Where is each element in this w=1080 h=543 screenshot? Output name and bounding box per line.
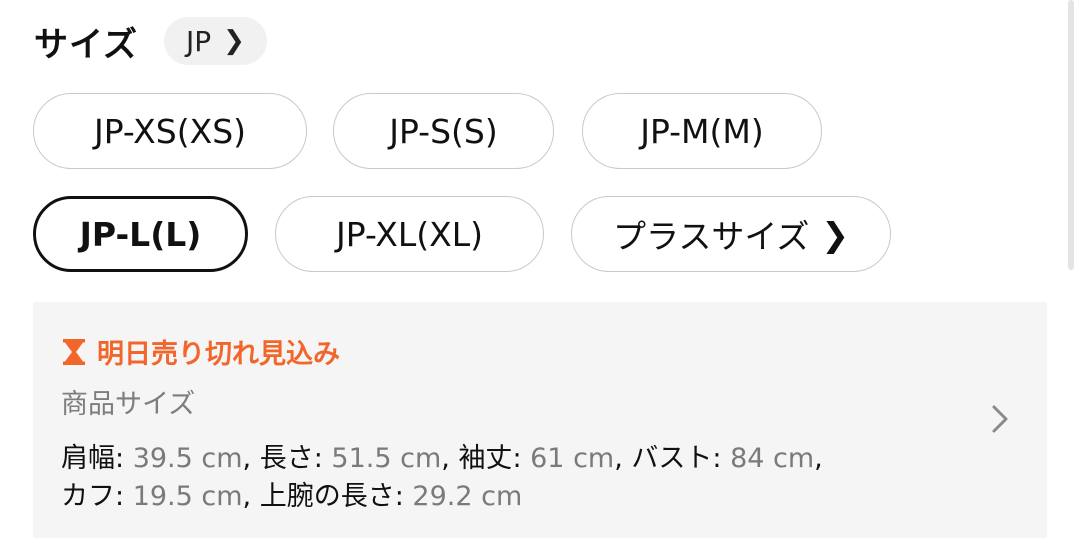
measurement-name: カフ [61,481,115,512]
scrollbar[interactable] [1068,0,1074,270]
size-option-label: JP-S(S) [389,111,498,151]
measurement-value: 84 cm [730,443,815,474]
measurement-value: 29.2 cm [412,481,523,512]
size-option-jp-xs[interactable]: JP-XS(XS) [33,93,307,169]
warning-text: 明日売り切れ見込み [97,339,340,370]
size-option-label: JP-M(M) [640,111,764,151]
measurement-name: バスト [631,443,713,474]
region-label: JP [185,24,212,58]
measurement-name: 袖丈 [458,443,513,474]
measurement-name: 肩幅 [61,443,115,474]
measurements-line-1: 肩幅: 39.5 cm, 長さ: 51.5 cm, 袖丈: 61 cm, バスト… [61,443,823,474]
size-option-label: JP-L(L) [79,214,202,254]
size-info-panel[interactable]: 明日売り切れ見込み 商品サイズ 肩幅: 39.5 cm, 長さ: 51.5 cm… [33,302,1047,538]
product-size-label: 商品サイズ [61,389,196,420]
measurement-value: 61 cm [530,443,615,474]
size-option-plus-size[interactable]: プラスサイズ ❯ [571,196,891,272]
size-option-label: JP-XL(XL) [336,214,483,254]
chevron-right-icon [992,405,1008,433]
measurement-value: 19.5 cm [132,481,243,512]
size-title: サイズ [34,24,138,65]
size-option-jp-m[interactable]: JP-M(M) [582,93,822,169]
size-option-jp-xl[interactable]: JP-XL(XL) [275,196,544,272]
size-option-label: プラスサイズ [612,217,810,256]
measurement-name: 上腕の長さ [259,481,395,512]
size-header: サイズ JP ❯ [34,16,267,66]
hourglass-icon [63,338,85,365]
measurement-value: 39.5 cm [132,443,243,474]
chevron-right-icon: ❯ [821,214,849,254]
measurements-line-2: カフ: 19.5 cm, 上腕の長さ: 29.2 cm [61,481,523,512]
size-option-jp-l[interactable]: JP-L(L) [33,196,248,272]
sellout-warning: 明日売り切れ見込み [61,332,340,371]
measurement-value: 51.5 cm [331,443,442,474]
measurement-name: 長さ [259,443,314,474]
region-selector[interactable]: JP ❯ [163,17,267,65]
size-option-jp-s[interactable]: JP-S(S) [333,93,554,169]
chevron-right-icon: ❯ [223,26,245,56]
size-option-label: JP-XS(XS) [93,111,247,151]
